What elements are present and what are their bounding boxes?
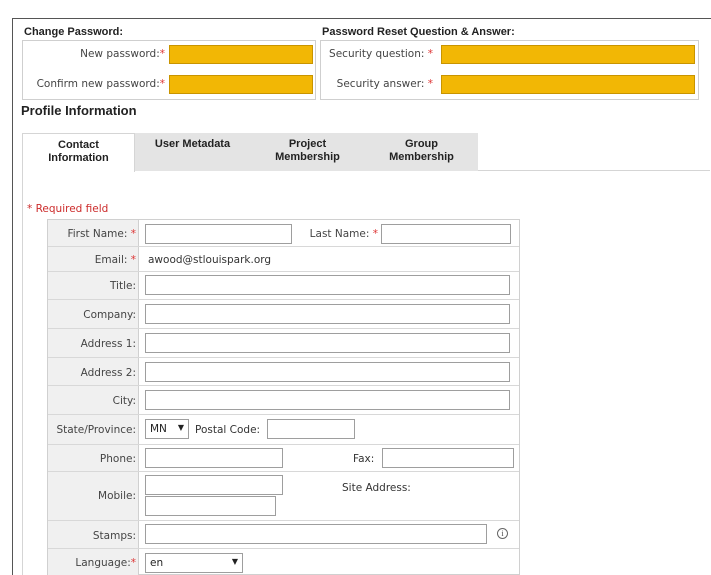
security-answer-row: Security answer: *	[321, 73, 698, 97]
row-divider	[48, 414, 519, 415]
language-selected-value: en	[150, 557, 164, 569]
stamps-label: Stamps:	[92, 530, 136, 542]
address1-label: Address 1:	[80, 338, 136, 350]
row-divider	[48, 471, 519, 472]
security-question-label: Security question: *	[329, 48, 433, 60]
address2-input[interactable]	[145, 362, 510, 382]
postal-code-label: Postal Code:	[195, 424, 261, 436]
confirm-password-label: Confirm new password:*	[36, 78, 165, 90]
mobile-input[interactable]	[145, 475, 283, 495]
reset-qa-box: Security question: * Security answer: *	[320, 40, 699, 100]
reset-qa-title: Password Reset Question & Answer:	[322, 26, 515, 38]
phone-input[interactable]	[145, 448, 283, 468]
row-divider	[48, 246, 519, 247]
fax-label: Fax:	[353, 453, 375, 465]
site-address-label: Site Address:	[342, 482, 411, 494]
title-label: Title:	[109, 280, 136, 292]
profile-information-title: Profile Information	[21, 103, 137, 118]
tab-group-line1: Group	[405, 138, 438, 150]
first-name-input[interactable]	[145, 224, 292, 244]
new-password-input[interactable]	[169, 45, 313, 64]
row-divider	[48, 299, 519, 300]
row-divider	[48, 444, 519, 445]
tab-contact-information[interactable]: Contact Information	[22, 133, 135, 172]
address1-input[interactable]	[145, 333, 510, 353]
row-divider	[48, 357, 519, 358]
title-input[interactable]	[145, 275, 510, 295]
tab-project-line1: Project	[288, 138, 327, 150]
profile-tab-bar: Contact Information User Metadata Projec…	[22, 133, 710, 172]
company-input[interactable]	[145, 304, 510, 324]
last-name-input[interactable]	[381, 224, 511, 244]
chevron-down-icon: ▼	[231, 557, 238, 566]
change-password-title: Change Password:	[24, 26, 124, 38]
row-divider	[48, 548, 519, 549]
first-name-label: First Name: *	[67, 228, 136, 240]
security-answer-label: Security answer: *	[336, 78, 433, 90]
tab-user-metadata[interactable]: User Metadata	[135, 133, 250, 171]
email-label: Email: *	[94, 254, 136, 266]
phone-label: Phone:	[99, 453, 136, 465]
tab-project-membership[interactable]: Project Membership	[250, 133, 365, 171]
confirm-password-input[interactable]	[169, 75, 313, 94]
fax-input[interactable]	[382, 448, 514, 468]
state-label: State/Province:	[56, 424, 136, 436]
tab-user-metadata-label: User Metadata	[154, 138, 231, 150]
change-password-box: New password:* Confirm new password:*	[22, 40, 316, 100]
language-label: Language:*	[75, 557, 136, 569]
info-icon[interactable]: i	[497, 528, 508, 539]
language-select[interactable]: en ▼	[145, 553, 243, 573]
security-question-row: Security question: *	[321, 43, 698, 67]
mobile-input-secondary[interactable]	[145, 496, 276, 516]
last-name-label: Last Name: *	[309, 228, 378, 240]
row-divider	[48, 328, 519, 329]
stamps-input[interactable]	[145, 524, 487, 544]
security-question-input[interactable]	[441, 45, 695, 64]
confirm-password-row: Confirm new password:*	[23, 73, 315, 97]
city-input[interactable]	[145, 390, 510, 410]
city-label: City:	[112, 395, 136, 407]
state-selected-value: MN	[150, 423, 167, 435]
security-answer-input[interactable]	[441, 75, 695, 94]
row-divider	[48, 520, 519, 521]
row-divider	[48, 385, 519, 386]
tab-group-line2: Membership	[389, 151, 454, 163]
new-password-row: New password:*	[23, 43, 315, 67]
address2-label: Address 2:	[80, 367, 136, 379]
tab-contact-line1: Contact	[58, 139, 99, 151]
tab-contact-line2: Information	[48, 152, 109, 164]
new-password-label: New password:*	[80, 48, 165, 60]
tab-group-membership[interactable]: Group Membership	[365, 133, 478, 171]
postal-code-input[interactable]	[267, 419, 355, 439]
tab-project-line2: Membership	[275, 151, 340, 163]
row-divider	[48, 271, 519, 272]
company-label: Company:	[83, 309, 136, 321]
state-select[interactable]: MN ▼	[145, 419, 189, 439]
email-value: awood@stlouispark.org	[148, 254, 272, 266]
chevron-down-icon: ▼	[177, 423, 184, 432]
required-field-note: * Required field	[27, 203, 109, 215]
mobile-label: Mobile:	[98, 490, 136, 502]
